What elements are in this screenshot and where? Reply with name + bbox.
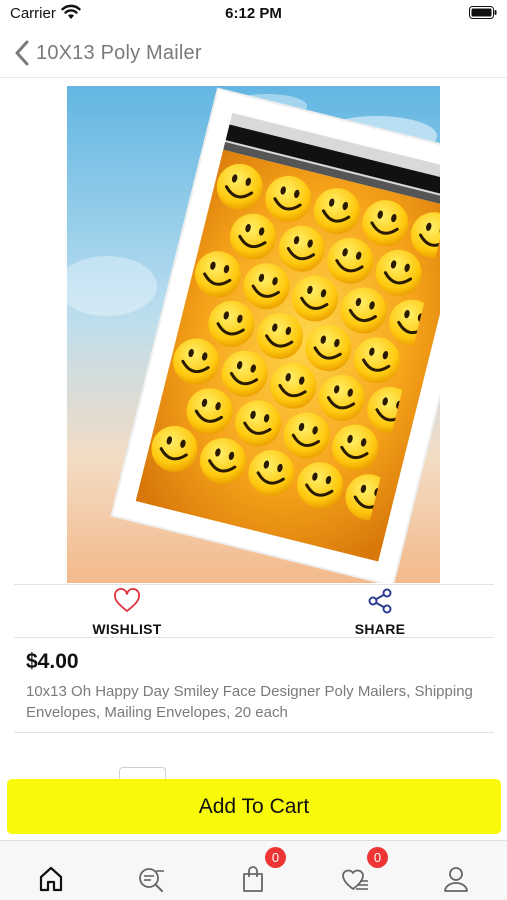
product-description: 10x13 Oh Happy Day Smiley Face Designer … xyxy=(26,683,473,721)
cart-count-badge: 0 xyxy=(265,847,286,868)
tab-home[interactable] xyxy=(21,841,81,900)
user-icon xyxy=(444,867,468,892)
tab-wishlist[interactable]: 0 xyxy=(325,841,388,900)
status-time: 6:12 PM xyxy=(225,5,282,22)
tab-profile[interactable] xyxy=(426,841,486,900)
wishlist-label: WISHLIST xyxy=(92,621,162,637)
heart-list-icon xyxy=(342,869,368,890)
poly-mailer-smiley-image xyxy=(67,86,440,583)
page-title: 10X13 Poly Mailer xyxy=(36,41,202,64)
navigation-bar: 10X13 Poly Mailer xyxy=(0,28,507,78)
wishlist-button[interactable]: WISHLIST xyxy=(57,585,197,639)
share-button[interactable]: SHARE xyxy=(310,585,450,639)
status-bar: Carrier 6:12 PM xyxy=(0,0,507,28)
bottom-tab-bar: 0 0 xyxy=(0,840,507,900)
search-icon xyxy=(139,868,164,892)
product-price: $4.00 xyxy=(26,650,79,673)
heart-icon xyxy=(114,588,140,612)
wishlist-count-badge: 0 xyxy=(367,847,388,868)
shopping-bag-icon xyxy=(243,866,263,892)
add-to-cart-button[interactable]: Add To Cart xyxy=(7,779,501,834)
chevron-left-icon xyxy=(15,40,29,66)
product-actions: WISHLIST SHARE xyxy=(14,584,494,638)
tab-search[interactable] xyxy=(121,841,181,900)
back-button[interactable]: 10X13 Poly Mailer xyxy=(12,38,202,68)
tab-cart[interactable]: 0 xyxy=(223,841,286,900)
share-icon xyxy=(368,588,392,614)
battery-icon xyxy=(469,6,497,19)
share-label: SHARE xyxy=(354,621,406,637)
home-icon xyxy=(39,866,63,892)
product-image[interactable] xyxy=(67,86,440,583)
product-info: $4.00 10x13 Oh Happy Day Smiley Face Des… xyxy=(14,638,494,733)
